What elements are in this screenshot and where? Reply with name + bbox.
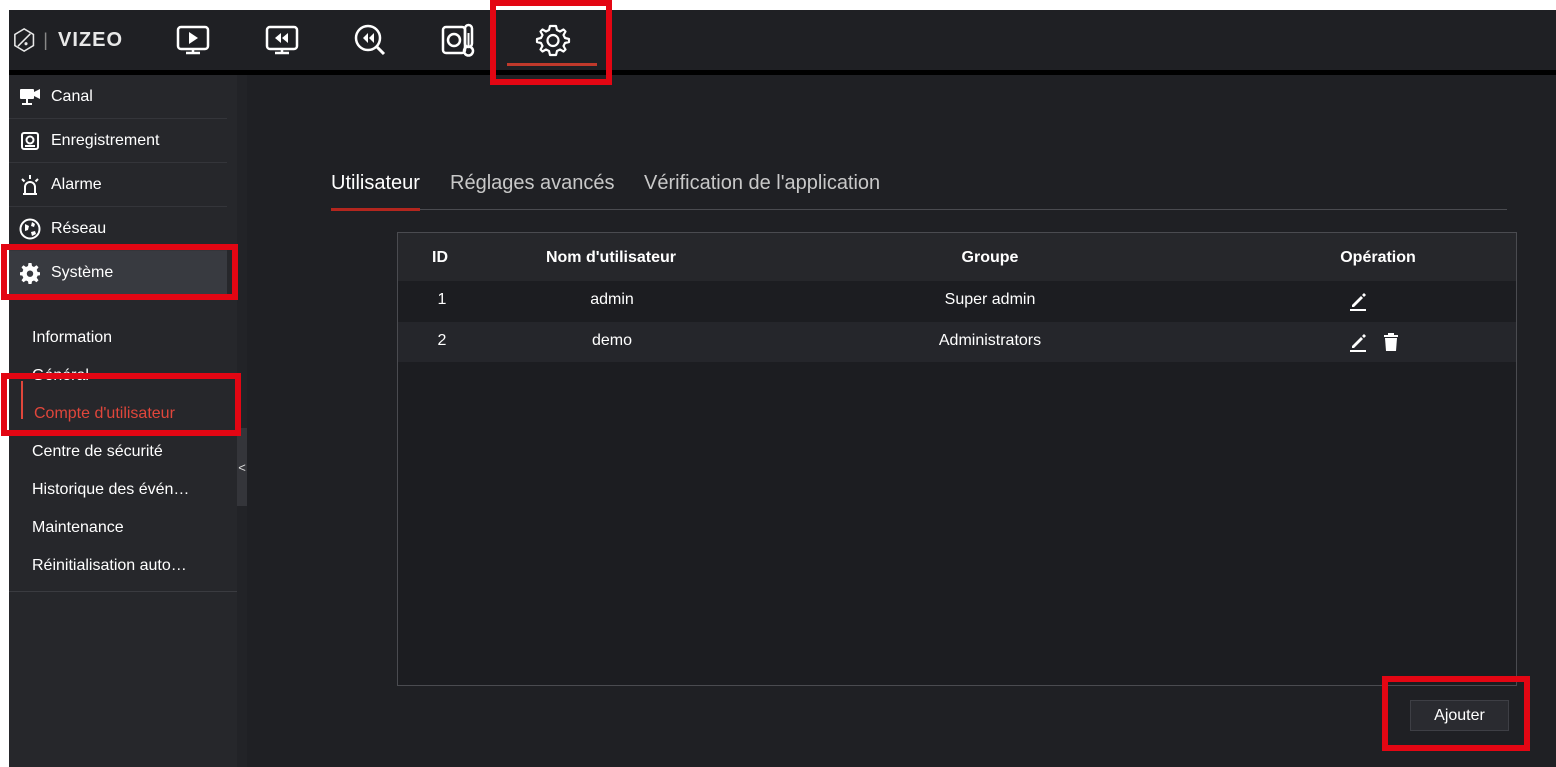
sidebar-divider — [9, 591, 237, 592]
cell-group: Super admin — [944, 291, 1036, 308]
sidebar-item-alarme[interactable]: Alarme — [9, 163, 227, 207]
settings-gear-icon[interactable] — [535, 22, 571, 58]
cell-username: admin — [590, 291, 634, 308]
tab-utilisateur[interactable]: Utilisateur — [331, 172, 420, 195]
active-nav-indicator — [507, 63, 597, 66]
delete-icon[interactable] — [1381, 331, 1401, 353]
subitem-reinitialisation-auto[interactable]: Réinitialisation auto… — [32, 557, 187, 575]
tab-divider — [331, 209, 1507, 210]
cell-id: 1 — [437, 291, 447, 308]
live-view-icon[interactable] — [175, 22, 211, 58]
selected-subitem-marker — [21, 381, 23, 419]
logo-separator: | — [43, 29, 48, 50]
tab-verification-application[interactable]: Vérification de l'application — [644, 172, 880, 195]
sidebar-collapse-toggle[interactable]: < — [237, 428, 247, 506]
subitem-compte-utilisateur[interactable]: Compte d'utilisateur — [34, 405, 175, 423]
app-window: | VIZEO Canal Enregistrement Alarme Rése… — [9, 10, 1556, 767]
sidebar: Canal Enregistrement Alarme Réseau Systè… — [9, 75, 237, 767]
table-row[interactable]: 1 admin Super admin — [398, 281, 1516, 321]
sidebar-item-label: Système — [51, 263, 114, 281]
alarm-icon — [19, 174, 41, 196]
cell-username: demo — [591, 332, 633, 349]
column-header-operation: Opération — [1340, 249, 1416, 266]
subitem-general[interactable]: Général — [32, 367, 89, 385]
sidebar-item-systeme[interactable]: Système — [9, 251, 227, 295]
sidebar-item-label: Canal — [51, 87, 93, 105]
table-header: ID Nom d'utilisateur Groupe Opération — [398, 233, 1516, 281]
cell-id: 2 — [437, 332, 447, 349]
subitem-historique-evenements[interactable]: Historique des évén… — [32, 481, 189, 499]
sidebar-item-enregistrement[interactable]: Enregistrement — [9, 119, 227, 163]
sidebar-item-label: Réseau — [51, 219, 107, 237]
vizeo-logo: | VIZEO — [13, 16, 123, 64]
sidebar-item-label: Alarme — [51, 175, 102, 193]
brand-name: VIZEO — [57, 28, 123, 51]
thermal-icon[interactable] — [441, 22, 477, 58]
camera-icon — [19, 86, 41, 108]
subitem-information[interactable]: Information — [32, 329, 112, 347]
edit-icon[interactable] — [1348, 331, 1368, 353]
sidebar-item-label: Enregistrement — [51, 131, 160, 149]
subitem-centre-securite[interactable]: Centre de sécurité — [32, 443, 163, 461]
tab-reglages-avances[interactable]: Réglages avancés — [450, 172, 615, 195]
recording-icon — [19, 130, 41, 152]
column-header-username: Nom d'utilisateur — [545, 249, 677, 266]
gear-icon — [19, 262, 41, 284]
cell-group: Administrators — [938, 332, 1042, 349]
sidebar-item-canal[interactable]: Canal — [9, 75, 227, 119]
sidebar-item-reseau[interactable]: Réseau — [9, 207, 227, 251]
subitem-maintenance[interactable]: Maintenance — [32, 519, 124, 537]
user-table: ID Nom d'utilisateur Groupe Opération 1 … — [397, 232, 1517, 686]
top-navigation-bar: | VIZEO — [9, 10, 1556, 70]
column-header-id: ID — [432, 249, 448, 266]
table-row[interactable]: 2 demo Administrators — [398, 322, 1516, 362]
edit-icon[interactable] — [1348, 290, 1368, 312]
playback-icon[interactable] — [264, 22, 300, 58]
search-playback-icon[interactable] — [352, 22, 388, 58]
sidebar-edge — [237, 75, 247, 767]
active-tab-indicator — [331, 208, 420, 211]
column-header-group: Groupe — [961, 249, 1019, 266]
globe-icon — [19, 218, 41, 240]
add-user-button[interactable]: Ajouter — [1410, 700, 1509, 731]
vizeo-logo-mark — [14, 27, 35, 53]
